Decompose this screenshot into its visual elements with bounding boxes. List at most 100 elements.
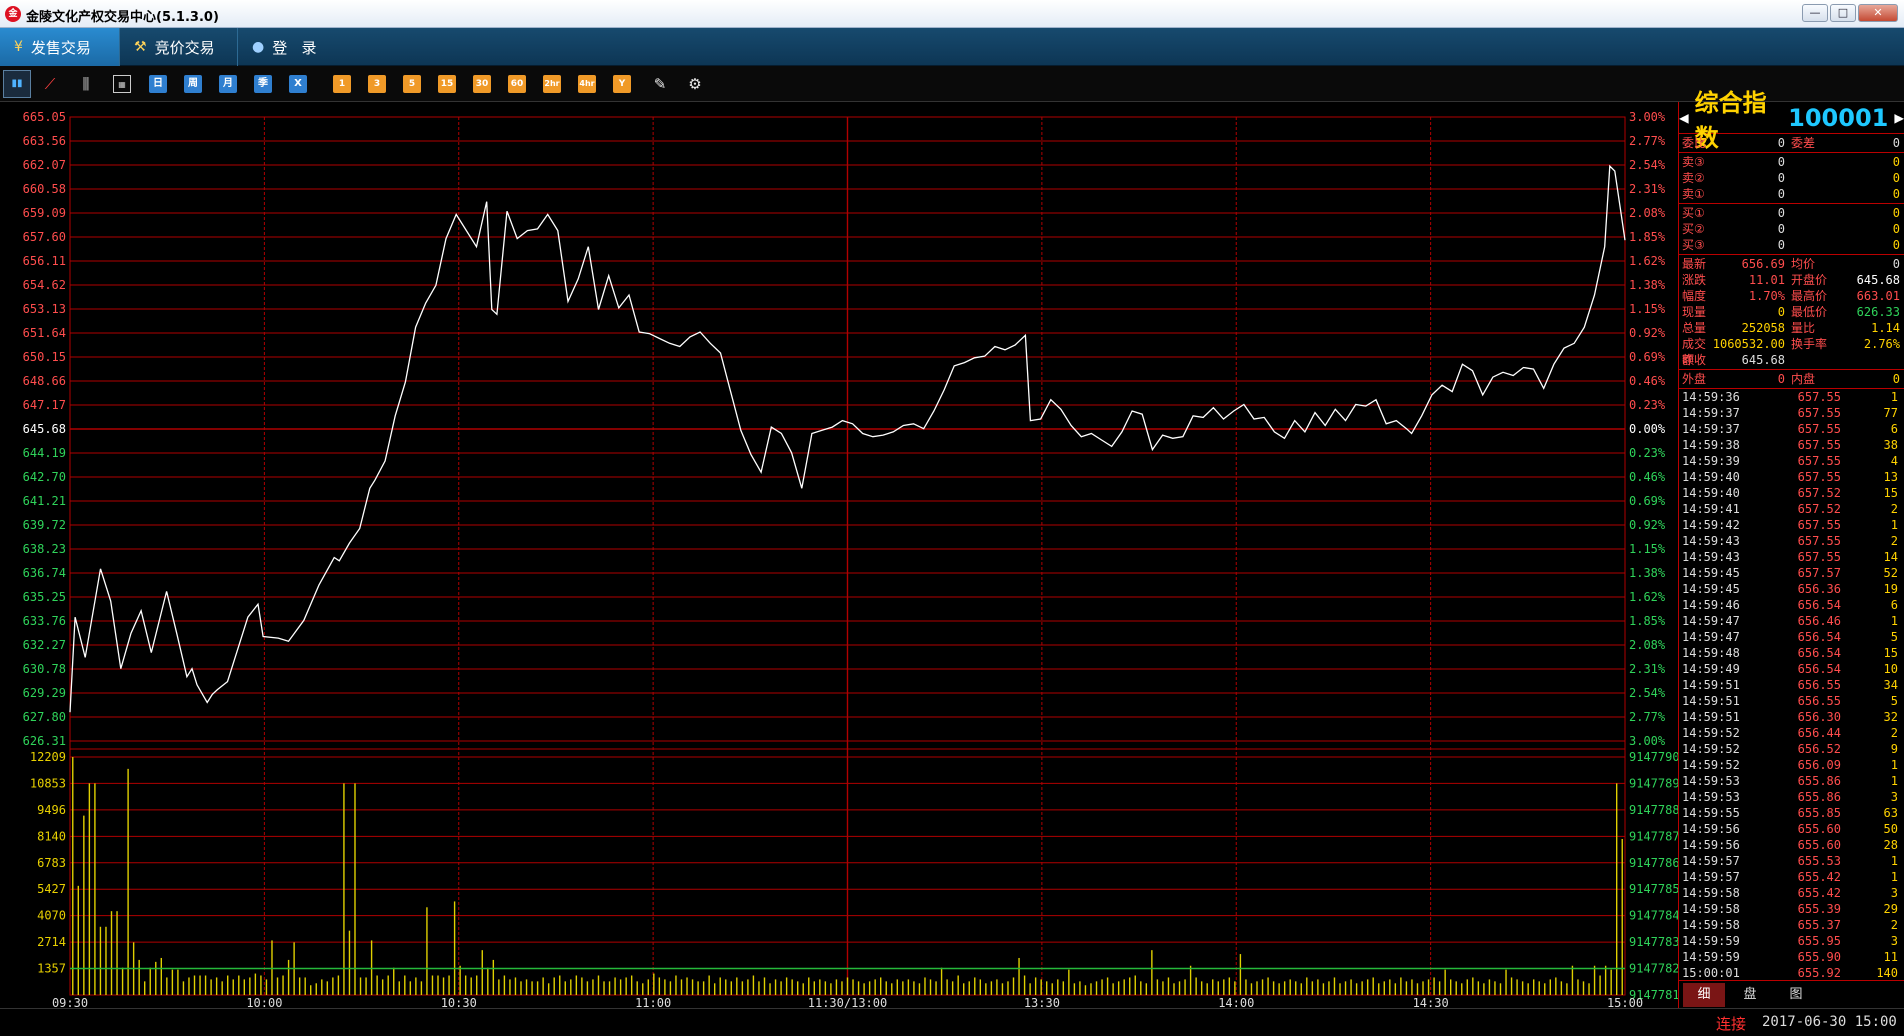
tick-price: 656.44 [1797, 726, 1841, 740]
price-tick-label: 627.80 [23, 710, 66, 724]
time-tick-label: 13:30 [1024, 996, 1060, 1008]
tick-time: 14:59:51 [1682, 678, 1740, 692]
period-30min-button[interactable]: 30 [473, 75, 491, 93]
intraday-chart[interactable]: 665.05 663.56 662.07 660.58 659.09 657.60 656.… [0, 102, 1678, 1008]
timeshare-chart-icon[interactable]: ▮▮ [3, 70, 31, 98]
period-5min-button[interactable]: 5 [403, 75, 421, 93]
tick-row: 14:59:38 657.55 38 [1679, 437, 1904, 453]
tick-time: 14:59:55 [1682, 806, 1740, 820]
label: 委差 [1791, 136, 1816, 150]
price: 0 [1777, 155, 1785, 169]
period-60min-button[interactable]: 60 [508, 75, 526, 93]
yen-icon: ¥ [14, 39, 23, 55]
tick-volume: 13 [1883, 470, 1898, 484]
tick-price: 657.55 [1797, 550, 1841, 564]
price-tick-label: 654.62 [23, 278, 66, 292]
tick-price: 657.55 [1797, 534, 1841, 548]
value: 0 [1892, 372, 1900, 386]
title-bar: 金 金陵文化产权交易中心(5.1.3.0) — □ ✕ [0, 0, 1904, 28]
tick-time: 15:00:01 [1682, 966, 1740, 980]
connection-status[interactable]: 连接 [1716, 1013, 1746, 1034]
price: 0 [1777, 187, 1785, 201]
minimize-button[interactable]: — [1802, 4, 1828, 22]
tick-price: 656.54 [1797, 630, 1841, 644]
tick-price: 655.53 [1797, 854, 1841, 868]
tick-volume: 10 [1883, 662, 1898, 676]
tick-volume: 1 [1890, 854, 1898, 868]
price-tick-label: 633.76 [23, 614, 66, 628]
tab-label: 竞价交易 [154, 38, 215, 57]
tick-row: 14:59:42 657.55 1 [1679, 517, 1904, 533]
tab-bid-trading[interactable]: ⚒ 竞价交易 [120, 28, 238, 66]
tick-row: 14:59:58 655.42 3 [1679, 885, 1904, 901]
tab-login[interactable]: ● 登 录 [238, 28, 338, 66]
time-tick-label: 14:00 [1218, 996, 1254, 1008]
percent-tick-label: 2.31% [1629, 182, 1666, 196]
price-tick-label: 638.23 [23, 542, 66, 556]
tick-time: 14:59:40 [1682, 470, 1740, 484]
tick-volume: 1 [1890, 758, 1898, 772]
tick-list[interactable]: 14:59:36 657.55 1 14:59:37 657.55 77 14:59:37 6… [1679, 389, 1904, 981]
tick-row: 14:59:45 656.36 19 [1679, 581, 1904, 597]
period-quarter-button[interactable]: 季 [254, 75, 272, 93]
period-week-button[interactable]: 周 [184, 75, 202, 93]
tab-chart[interactable]: 图 [1775, 983, 1817, 1007]
tick-volume: 19 [1883, 582, 1898, 596]
period-1min-button[interactable]: 1 [333, 75, 351, 93]
tick-row: 14:59:47 656.46 1 [1679, 613, 1904, 629]
period-month-button[interactable]: 月 [219, 75, 237, 93]
tab-label: 发售交易 [30, 38, 91, 57]
tab-detail[interactable]: 细 [1683, 983, 1725, 1007]
tick-row: 15:00:01 655.92 140 [1679, 965, 1904, 981]
period-15min-button[interactable]: 15 [438, 75, 456, 93]
value: 2.76% [1863, 337, 1900, 351]
tick-time: 14:59:41 [1682, 502, 1740, 516]
tab-orderbook[interactable]: 盘 [1729, 983, 1771, 1007]
draw-tool-icon[interactable]: ✎ [651, 75, 669, 93]
tick-time: 14:59:43 [1682, 534, 1740, 548]
volume: 0 [1892, 155, 1900, 169]
tick-volume: 6 [1890, 598, 1898, 612]
period-3min-button[interactable]: 3 [368, 75, 386, 93]
price-tick-label: 657.60 [23, 230, 66, 244]
period-4hr-button[interactable]: 4hr [578, 75, 596, 93]
tick-price: 656.52 [1797, 742, 1841, 756]
volume-tick-label: 6783 [37, 856, 66, 870]
price-tick-label: 660.58 [23, 182, 66, 196]
tick-time: 14:59:51 [1682, 694, 1740, 708]
percent-tick-label: 2.31% [1629, 662, 1666, 676]
percent-tick-label: 1.15% [1629, 542, 1666, 556]
gear-icon[interactable]: ⚙ [686, 75, 704, 93]
next-arrow-icon[interactable]: ▶ [1894, 108, 1904, 127]
volume-right-tick-label: 9147787 [1629, 829, 1678, 843]
maximize-button[interactable]: □ [1830, 4, 1856, 22]
volume-right-tick-label: 9147789 [1629, 776, 1678, 790]
period-day-button[interactable]: 日 [149, 75, 167, 93]
tick-price: 657.55 [1797, 518, 1841, 532]
chart-background [0, 102, 1678, 1008]
volume: 0 [1892, 187, 1900, 201]
label: 换手率 [1791, 337, 1828, 351]
tick-time: 14:59:53 [1682, 790, 1740, 804]
tab-issue-trading[interactable]: ¥ 发售交易 [0, 28, 120, 66]
volume-tick-label: 12209 [30, 750, 66, 764]
candlestick-icon[interactable]: ⫼ [77, 75, 95, 93]
value: 1.70% [1748, 289, 1785, 303]
committee-block: 委比 0 委差 0 [1679, 134, 1904, 153]
value: 663.01 [1856, 289, 1900, 303]
tick-row: 14:59:51 656.55 34 [1679, 677, 1904, 693]
tick-row: 14:59:48 656.54 15 [1679, 645, 1904, 661]
period-x-button[interactable]: X [289, 75, 307, 93]
price-tick-label: 659.09 [23, 206, 66, 220]
prev-arrow-icon[interactable]: ◀ [1679, 108, 1689, 127]
period-year-button[interactable]: Y [613, 75, 631, 93]
calendar-icon[interactable]: ▦ [113, 75, 131, 93]
price: 0 [1777, 206, 1785, 220]
percent-tick-label: 0.46% [1629, 470, 1666, 484]
tick-time: 14:59:36 [1682, 390, 1740, 404]
close-button[interactable]: ✕ [1858, 4, 1898, 22]
volume: 0 [1892, 238, 1900, 252]
line-chart-icon[interactable]: ⟋ [41, 75, 59, 93]
period-2hr-button[interactable]: 2hr [543, 75, 561, 93]
tick-price: 657.55 [1797, 422, 1841, 436]
